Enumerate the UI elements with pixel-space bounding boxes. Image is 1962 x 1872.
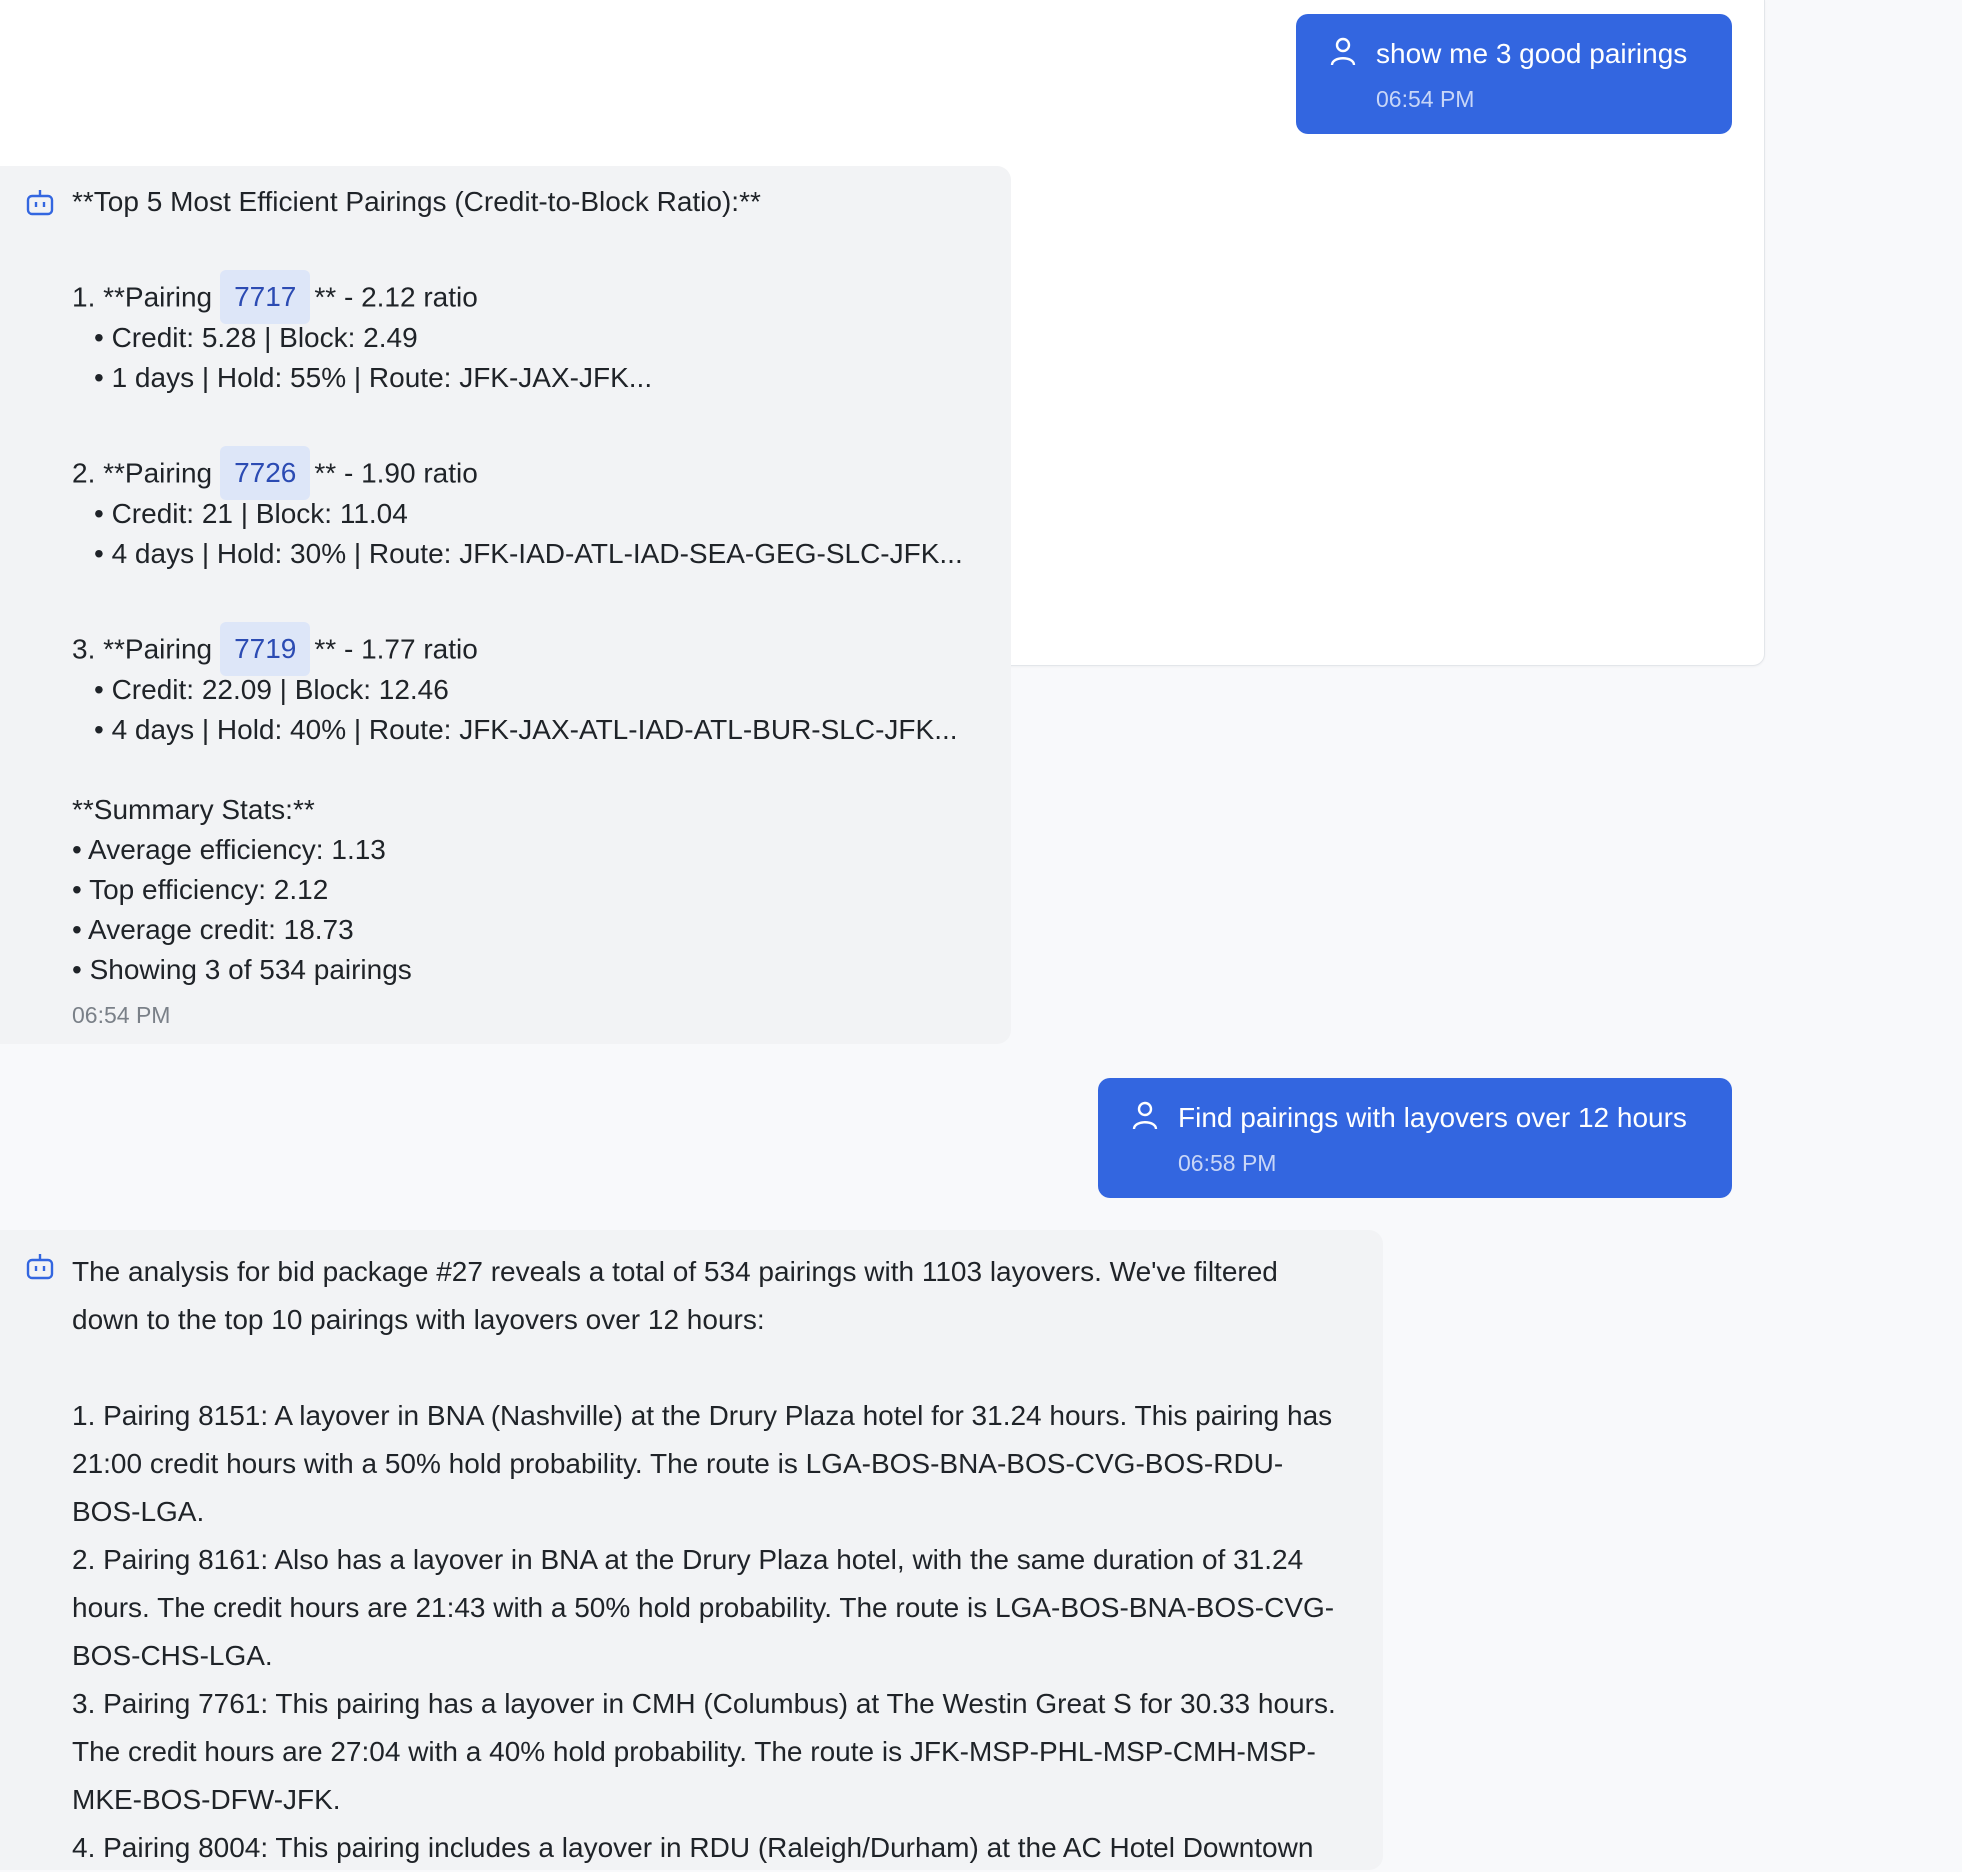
bot-message: The analysis for bid package #27 reveals… [0,1230,1383,1870]
summary-item: • Top efficiency: 2.12 [72,874,329,905]
pairing-id-chip[interactable]: 7719 [220,622,311,676]
layover-item: 1. Pairing 8151: A layover in BNA (Nashv… [72,1400,1333,1527]
user-message-text: Find pairings with layovers over 12 hour… [1178,1102,1687,1133]
summary-item: • Average credit: 18.73 [72,914,354,945]
user-icon [1330,37,1356,66]
pairing-suffix: ** - 1.77 ratio [314,633,478,665]
user-icon [1132,1101,1158,1130]
summary-item: • Showing 3 of 534 pairings [72,954,412,985]
pairing-suffix: ** - 1.90 ratio [314,457,478,489]
summary-item: • Average efficiency: 1.13 [72,834,386,865]
pairing-row: 3. **Pairing 7719 ** - 1.77 ratio [72,622,478,678]
layover-item: 2. Pairing 8161: Also has a layover in B… [72,1544,1335,1671]
bot-icon [26,190,54,216]
user-message-time: 06:54 PM [1376,86,1475,112]
pairing-prefix: 3. **Pairing [72,633,213,665]
pairing-detail: • Credit: 21 | Block: 11.04 [94,498,408,529]
pairing-row: 1. **Pairing 7717 ** - 2.12 ratio [72,270,478,326]
bot-message: **Top 5 Most Efficient Pairings (Credit-… [0,166,1011,1044]
layover-item: 4. Pairing 8004: This pairing includes a… [72,1832,1314,1863]
pairing-detail: • 1 days | Hold: 55% | Route: JFK-JAX-JF… [94,362,653,393]
pairing-suffix: ** - 2.12 ratio [314,281,478,313]
pairing-row: 2. **Pairing 7726 ** - 1.90 ratio [72,446,478,502]
summary-heading: **Summary Stats:** [72,794,315,825]
user-message-time: 06:58 PM [1178,1150,1277,1176]
user-message-text: show me 3 good pairings [1376,38,1688,69]
user-message: show me 3 good pairings 06:54 PM [1296,14,1732,134]
pairing-detail: • 4 days | Hold: 30% | Route: JFK-IAD-AT… [94,538,963,569]
pairing-detail: • Credit: 5.28 | Block: 2.49 [94,322,418,353]
bot-icon [26,1254,54,1280]
bot-paragraph: The analysis for bid package #27 reveals… [72,1256,1278,1335]
bot-heading: **Top 5 Most Efficient Pairings (Credit-… [72,186,761,217]
pairing-id-chip[interactable]: 7726 [220,446,311,500]
user-message: Find pairings with layovers over 12 hour… [1098,1078,1732,1198]
pairing-detail: • Credit: 22.09 | Block: 12.46 [94,674,449,705]
pairing-prefix: 2. **Pairing [72,457,213,489]
bot-message-time: 06:54 PM [72,1002,171,1028]
pairing-prefix: 1. **Pairing [72,281,213,313]
pairing-detail: • 4 days | Hold: 40% | Route: JFK-JAX-AT… [94,714,958,745]
pairing-id-chip[interactable]: 7717 [220,270,311,324]
layover-item: 3. Pairing 7761: This pairing has a layo… [72,1688,1336,1815]
